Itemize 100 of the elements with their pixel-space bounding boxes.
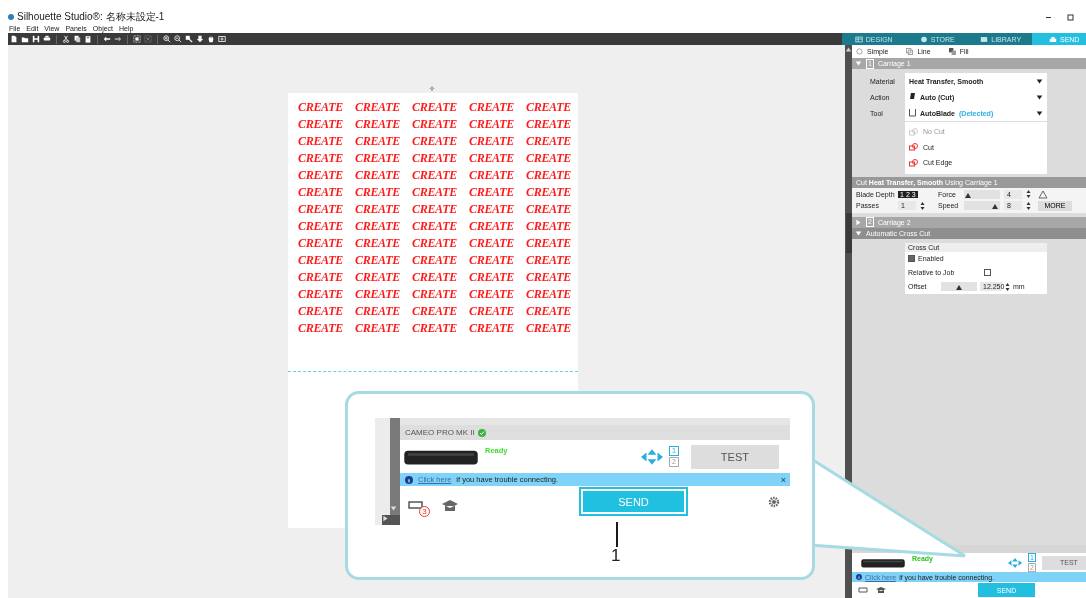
design-text[interactable]: CREATE xyxy=(412,219,469,234)
graduation-cap-icon[interactable] xyxy=(442,498,458,513)
design-text[interactable]: CREATE xyxy=(355,100,412,115)
slider-thumb[interactable] xyxy=(991,204,998,209)
zoom-out-icon[interactable] xyxy=(174,35,182,43)
radio-button[interactable] xyxy=(856,48,863,55)
design-text[interactable]: CREATE xyxy=(526,304,583,319)
design-text[interactable]: CREATE xyxy=(469,117,526,132)
spinner-arrows-icon[interactable] xyxy=(1026,190,1031,198)
design-text[interactable]: CREATE xyxy=(412,134,469,149)
design-text[interactable]: CREATE xyxy=(298,100,355,115)
settings-icon[interactable] xyxy=(768,496,780,508)
design-text[interactable]: CREATE xyxy=(469,236,526,251)
design-text[interactable]: CREATE xyxy=(526,270,583,285)
maximize-icon[interactable] xyxy=(1067,13,1074,21)
design-text[interactable]: CREATE xyxy=(526,100,583,115)
scrollbar-thumb[interactable] xyxy=(845,213,852,253)
design-text[interactable]: CREATE xyxy=(469,219,526,234)
outline-squares-icon[interactable] xyxy=(906,48,914,55)
design-text[interactable]: CREATE xyxy=(412,304,469,319)
speed-slider[interactable] xyxy=(964,201,1000,210)
graduation-cap-icon[interactable] xyxy=(876,585,886,595)
design-text[interactable]: CREATE xyxy=(355,134,412,149)
design-text[interactable]: CREATE xyxy=(298,304,355,319)
redo-icon[interactable] xyxy=(114,35,122,43)
design-text[interactable]: CREATE xyxy=(298,134,355,149)
design-text[interactable]: CREATE xyxy=(412,321,469,336)
design-text[interactable]: CREATE xyxy=(469,202,526,217)
cut-shapes-icon[interactable] xyxy=(909,158,918,167)
design-text[interactable]: CREATE xyxy=(412,151,469,166)
design-text[interactable]: CREATE xyxy=(355,270,412,285)
design-text[interactable]: CREATE xyxy=(469,168,526,183)
copy-icon[interactable] xyxy=(73,35,81,43)
design-text[interactable]: CREATE xyxy=(526,219,583,234)
design-text[interactable]: CREATE xyxy=(355,304,412,319)
force-slider[interactable] xyxy=(964,189,1000,199)
rotate-handle-icon[interactable] xyxy=(429,86,435,91)
design-text[interactable]: CREATE xyxy=(298,185,355,200)
design-text[interactable]: CREATE xyxy=(412,270,469,285)
design-text[interactable]: CREATE xyxy=(355,219,412,234)
folder-icon[interactable] xyxy=(21,35,29,43)
design-text[interactable]: CREATE xyxy=(298,321,355,336)
filled-squares-icon[interactable] xyxy=(948,48,956,55)
design-text[interactable]: CREATE xyxy=(469,287,526,302)
zoom-fit-icon[interactable] xyxy=(185,35,193,43)
scroll-down-icon[interactable] xyxy=(390,505,397,512)
checkbox[interactable] xyxy=(984,269,991,276)
design-text[interactable]: CREATE xyxy=(355,185,412,200)
spinner-arrows-icon[interactable] xyxy=(1005,282,1010,291)
checkbox[interactable] xyxy=(908,255,915,262)
design-text[interactable]: CREATE xyxy=(526,185,583,200)
zoom-in-icon[interactable] xyxy=(163,35,171,43)
design-text[interactable]: CREATE xyxy=(469,253,526,268)
design-text[interactable]: CREATE xyxy=(526,202,583,217)
design-text[interactable]: CREATE xyxy=(412,117,469,132)
design-text[interactable]: CREATE xyxy=(469,270,526,285)
undo-icon[interactable] xyxy=(103,35,111,43)
design-text[interactable]: CREATE xyxy=(469,185,526,200)
scissors-icon[interactable] xyxy=(62,35,70,43)
ungroup-icon[interactable] xyxy=(144,35,152,43)
design-text[interactable]: CREATE xyxy=(469,100,526,115)
design-text[interactable]: CREATE xyxy=(526,134,583,149)
design-text[interactable]: CREATE xyxy=(412,202,469,217)
design-text[interactable]: CREATE xyxy=(355,117,412,132)
cutter-icon[interactable] xyxy=(858,585,868,595)
design-text[interactable]: CREATE xyxy=(355,287,412,302)
design-text[interactable]: CREATE xyxy=(298,117,355,132)
direction-pad-icon[interactable] xyxy=(641,448,663,465)
design-text[interactable]: CREATE xyxy=(298,168,355,183)
design-text[interactable]: CREATE xyxy=(355,236,412,251)
design-text[interactable]: CREATE xyxy=(355,151,412,166)
design-text[interactable]: CREATE xyxy=(355,202,412,217)
design-text[interactable]: CREATE xyxy=(298,236,355,251)
design-text[interactable]: CREATE xyxy=(298,253,355,268)
design-text[interactable]: CREATE xyxy=(412,185,469,200)
design-text[interactable]: CREATE xyxy=(298,151,355,166)
design-text[interactable]: CREATE xyxy=(412,253,469,268)
clipboard-icon[interactable] xyxy=(84,35,92,43)
design-text[interactable]: CREATE xyxy=(469,321,526,336)
design-text[interactable]: CREATE xyxy=(526,287,583,302)
design-text[interactable]: CREATE xyxy=(412,100,469,115)
design-text[interactable]: CREATE xyxy=(298,270,355,285)
design-text[interactable]: CREATE xyxy=(526,168,583,183)
design-text[interactable]: CREATE xyxy=(412,236,469,251)
triangle-outline-icon[interactable] xyxy=(1038,189,1048,199)
design-text[interactable]: CREATE xyxy=(469,304,526,319)
slider-thumb[interactable] xyxy=(956,285,962,290)
design-text[interactable]: CREATE xyxy=(355,253,412,268)
expand-arrow-icon[interactable] xyxy=(855,229,862,237)
design-text[interactable]: CREATE xyxy=(526,151,583,166)
spinner-arrows-icon[interactable] xyxy=(920,201,925,210)
file-icon[interactable] xyxy=(10,35,18,43)
spinner-arrows-icon[interactable] xyxy=(1026,201,1031,210)
design-text[interactable]: CREATE xyxy=(412,287,469,302)
design-text[interactable]: CREATE xyxy=(298,202,355,217)
close-button[interactable]: × xyxy=(776,474,790,485)
expand-arrow-icon[interactable] xyxy=(382,515,389,522)
arrow-down-icon[interactable] xyxy=(196,35,204,43)
test-button[interactable]: TEST xyxy=(690,444,779,469)
design-text[interactable]: CREATE xyxy=(355,321,412,336)
